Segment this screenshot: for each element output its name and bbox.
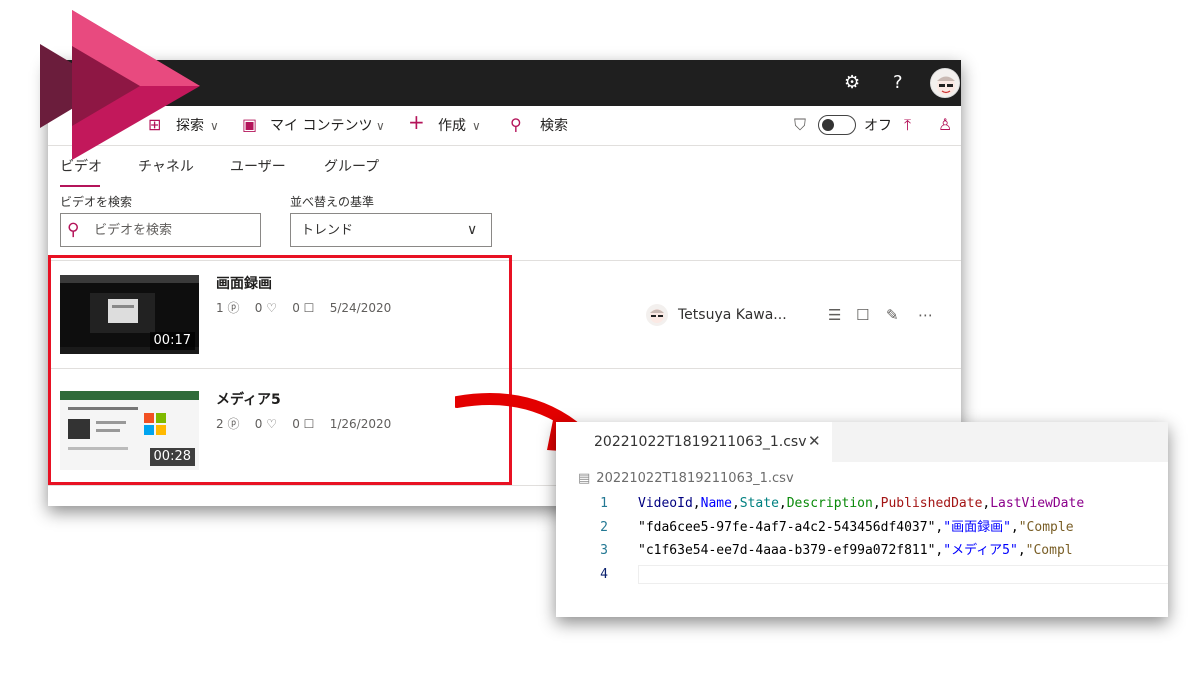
tab-groups[interactable]: グループ <box>324 157 379 177</box>
upload-icon[interactable]: ⤒ <box>904 115 911 135</box>
edit-icon[interactable]: ✎ <box>886 305 899 325</box>
chevron-down-icon[interactable]: ∨ <box>472 116 481 136</box>
csv-field: "Comple <box>1018 520 1074 535</box>
file-icon: ▤ <box>578 471 591 486</box>
sort-label: 並べ替えの基準 <box>290 195 375 209</box>
toggle-switch[interactable] <box>818 115 856 135</box>
chevron-down-icon: ∨ <box>467 222 478 238</box>
line-number: 1 <box>600 496 608 511</box>
search-placeholder: ビデオを検索 <box>94 223 173 238</box>
code-line-1[interactable]: VideoId,Name,State,Description,Published… <box>638 494 1084 513</box>
more-icon[interactable]: ⋯ <box>918 305 933 325</box>
toggle-knob <box>822 119 834 131</box>
sort-value: トレンド <box>301 223 354 238</box>
csv-field: Name <box>700 496 732 511</box>
line-number: 3 <box>600 543 608 558</box>
highlight-box <box>48 255 512 485</box>
tab-users[interactable]: ユーザー <box>230 157 286 177</box>
search-icon[interactable]: ⚲ <box>510 115 522 135</box>
search-icon: ⚲ <box>67 220 80 240</box>
csv-field: "画面録画" <box>943 520 1011 535</box>
csv-field: PublishedDate <box>880 496 983 511</box>
editor-tab[interactable]: 20221022T1819211063_1.csv ✕ <box>556 422 832 462</box>
editor-tab-bar: 20221022T1819211063_1.csv ✕ <box>556 422 1168 462</box>
video-search-input[interactable]: ⚲ ビデオを検索 <box>60 213 261 247</box>
close-icon[interactable]: ✕ <box>808 432 821 450</box>
stream-logo-icon <box>40 10 200 160</box>
shield-icon: ⛉ <box>794 115 807 134</box>
add-comment-icon[interactable]: ☐ <box>856 305 869 325</box>
line-number: 4 <box>600 567 608 582</box>
csv-field: "Compl <box>1025 543 1073 558</box>
sort-select[interactable]: トレンド ∨ <box>290 213 492 247</box>
owner-name[interactable]: Tetsuya Kawa... <box>678 305 787 325</box>
tab-videos[interactable]: ビデオ <box>60 157 102 177</box>
code-line-2[interactable]: "fda6cee5-97fe-4af7-a4c2-543456df4037","… <box>638 518 1074 537</box>
csv-field: VideoId <box>638 496 693 511</box>
csv-field: State <box>739 496 779 511</box>
help-icon[interactable]: ? <box>893 72 903 94</box>
nav-create[interactable]: 作成 <box>438 116 466 136</box>
csv-editor-window: 20221022T1819211063_1.csv ✕ ▤ 20221022T18… <box>556 422 1168 617</box>
search-label: ビデオを検索 <box>60 195 133 209</box>
avatar[interactable] <box>930 68 960 98</box>
add-user-icon[interactable]: ♙ <box>938 115 952 135</box>
nav-my-content[interactable]: マイ コンテンツ <box>270 116 372 136</box>
plus-icon: + <box>408 110 425 134</box>
chevron-down-icon[interactable]: ∨ <box>376 116 385 136</box>
breadcrumb-file: 20221022T1819211063_1.csv <box>596 471 794 486</box>
csv-field: "c1f63e54-ee7d-4aaa-b379-ef99a072f811" <box>638 543 936 558</box>
line-number: 2 <box>600 520 608 535</box>
toggle-label: オフ <box>864 118 892 134</box>
chevron-down-icon[interactable]: ∨ <box>210 116 219 136</box>
tab-channels[interactable]: チャネル <box>138 157 194 177</box>
csv-field: Description <box>786 496 873 511</box>
code-line-3[interactable]: "c1f63e54-ee7d-4aaa-b379-ef99a072f811","… <box>638 541 1073 560</box>
owner-avatar <box>646 304 668 326</box>
editor-tab-name: 20221022T1819211063_1.csv <box>594 434 807 450</box>
csv-field: "fda6cee5-97fe-4af7-a4c2-543456df4037" <box>638 520 936 535</box>
csv-field: LastViewDate <box>990 496 1085 511</box>
gear-icon[interactable]: ⚙ <box>844 72 860 94</box>
current-line-highlight[interactable] <box>638 565 1168 584</box>
nav-search[interactable]: 検索 <box>540 116 568 136</box>
editor-breadcrumb[interactable]: ▤ 20221022T1819211063_1.csv <box>578 470 794 488</box>
my-content-icon: ▣ <box>242 115 258 134</box>
csv-field: "メディア5" <box>943 543 1018 558</box>
tab-underline <box>60 185 100 187</box>
notes-icon[interactable]: ☰ <box>828 305 841 325</box>
